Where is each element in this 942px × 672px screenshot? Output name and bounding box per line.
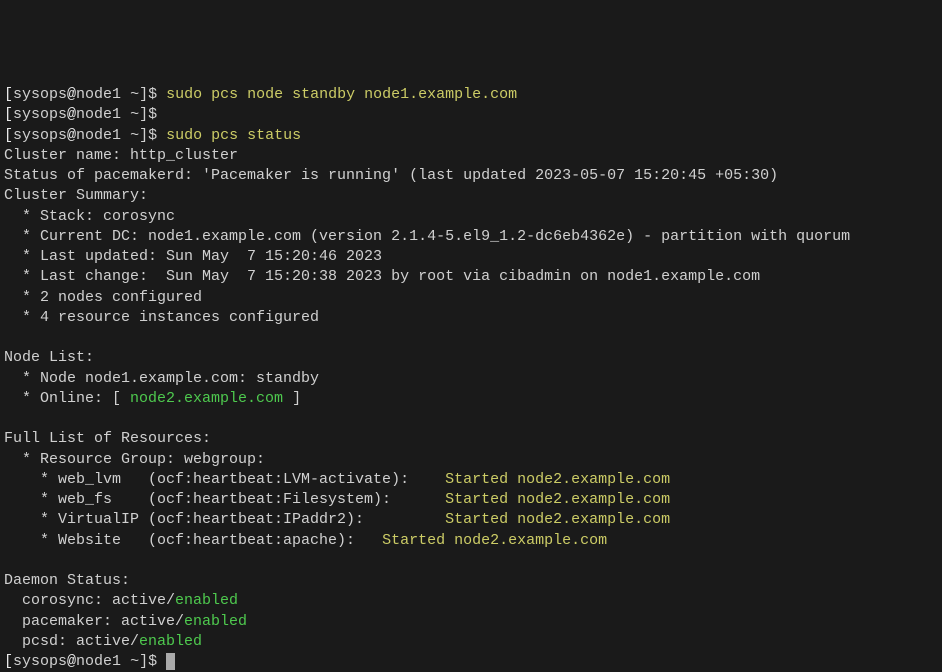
current-dc-line: * Current DC: node1.example.com (version…: [4, 228, 850, 245]
status-pacemakerd: Status of pacemakerd: 'Pacemaker is runn…: [4, 167, 778, 184]
stack-line: * Stack: corosync: [4, 208, 175, 225]
last-updated-line: * Last updated: Sun May 7 15:20:46 2023: [4, 248, 382, 265]
prompt-line-3: [sysops@node1 ~]$ sudo pcs status: [4, 127, 301, 144]
daemon-pacemaker: pacemaker: active/enabled: [4, 613, 247, 630]
resource-group-line: * Resource Group: webgroup:: [4, 451, 265, 468]
cluster-name-line: Cluster name: http_cluster: [4, 147, 238, 164]
cluster-summary-header: Cluster Summary:: [4, 187, 148, 204]
resource-web-lvm: * web_lvm (ocf:heartbeat:LVM-activate): …: [4, 471, 670, 488]
command-status: sudo pcs status: [166, 127, 301, 144]
prompt-line-1: [sysops@node1 ~]$ sudo pcs node standby …: [4, 86, 517, 103]
last-change-line: * Last change: Sun May 7 15:20:38 2023 b…: [4, 268, 760, 285]
prompt-line-4[interactable]: [sysops@node1 ~]$: [4, 653, 175, 670]
resource-web-fs: * web_fs (ocf:heartbeat:Filesystem): Sta…: [4, 491, 670, 508]
daemon-corosync: corosync: active/enabled: [4, 592, 238, 609]
command-standby: sudo pcs node standby node1.example.com: [166, 86, 517, 103]
node-standby-line: * Node node1.example.com: standby: [4, 370, 319, 387]
prompt-line-2: [sysops@node1 ~]$: [4, 106, 157, 123]
daemon-status-header: Daemon Status:: [4, 572, 130, 589]
resources-configured-line: * 4 resource instances configured: [4, 309, 319, 326]
nodes-configured-line: * 2 nodes configured: [4, 289, 202, 306]
resources-header: Full List of Resources:: [4, 430, 211, 447]
node-list-header: Node List:: [4, 349, 94, 366]
cursor-icon: [166, 653, 175, 670]
node-online-line: * Online: [ node2.example.com ]: [4, 390, 301, 407]
resource-website: * Website (ocf:heartbeat:apache): Starte…: [4, 532, 607, 549]
resource-virtualip: * VirtualIP (ocf:heartbeat:IPaddr2): Sta…: [4, 511, 670, 528]
daemon-pcsd: pcsd: active/enabled: [4, 633, 202, 650]
